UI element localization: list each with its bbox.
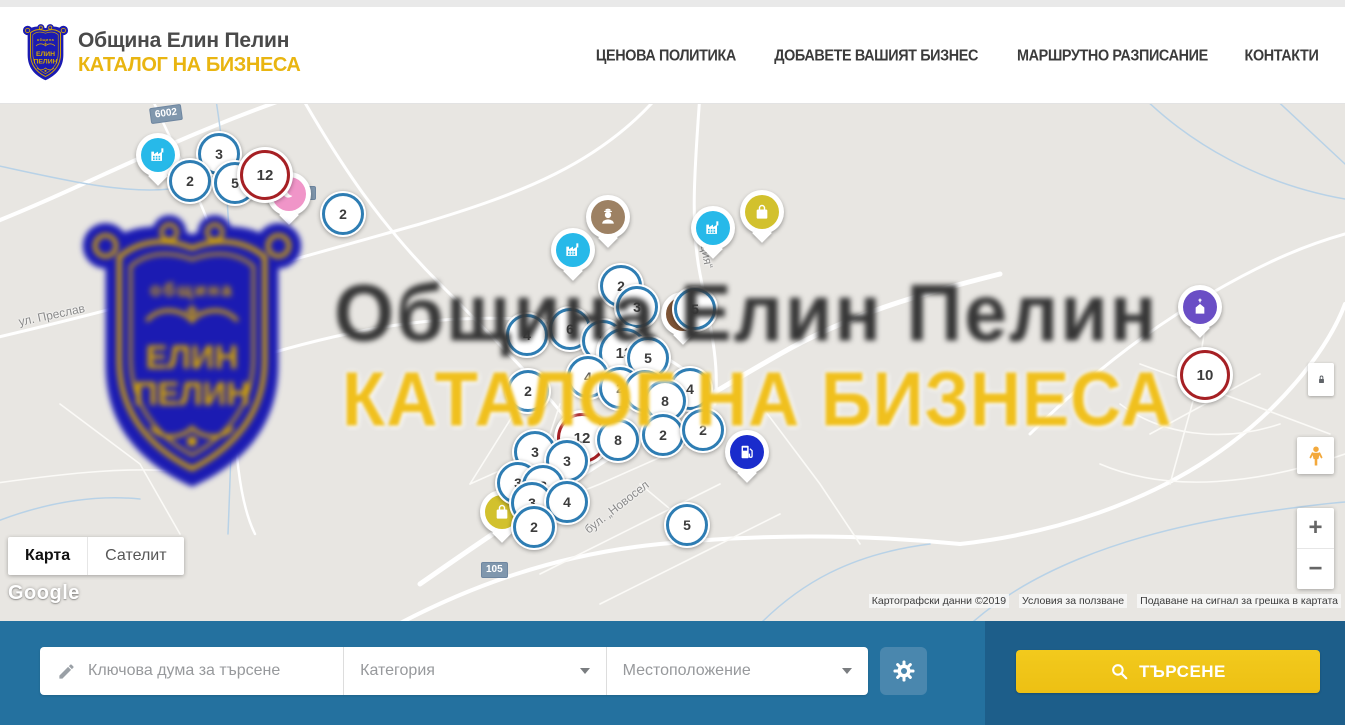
main-nav: ЦЕНОВА ПОЛИТИКА ДОБАВЕТЕ ВАШИЯТ БИЗНЕС МАР… xyxy=(593,7,1320,103)
street-view-pegman-button[interactable] xyxy=(1297,437,1334,474)
category-select-value: Категория xyxy=(360,662,435,680)
lock-icon[interactable] xyxy=(1308,363,1334,396)
nav-item-0[interactable]: ЦЕНОВА ПОЛИТИКА xyxy=(596,46,736,64)
location-select-value: Местоположение xyxy=(623,662,751,680)
gear-icon xyxy=(892,659,916,683)
cluster-marker[interactable]: 2 xyxy=(680,407,726,453)
map-type-control: Карта Сателит xyxy=(8,537,184,575)
advanced-settings-button[interactable] xyxy=(880,647,927,695)
category-pin-bag[interactable] xyxy=(740,190,784,246)
page: община ЕЛИН ПЕЛИН Община Елин Пелин КАТА… xyxy=(0,0,1345,725)
nav-item-3[interactable]: КОНТАКТИ xyxy=(1245,46,1319,64)
search-fields: Категория Местоположение xyxy=(40,647,868,695)
zoom-in-button[interactable]: + xyxy=(1297,508,1334,549)
keyword-field xyxy=(40,647,344,695)
google-logo[interactable]: Google xyxy=(8,582,80,605)
map-type-map-button[interactable]: Карта xyxy=(8,537,88,575)
nav-item-1[interactable]: ДОБАВЕТЕ ВАШИЯТ БИЗНЕС xyxy=(774,46,978,64)
chevron-down-icon xyxy=(842,668,852,674)
attribution-link[interactable]: Условия за ползване xyxy=(1019,594,1127,608)
category-select[interactable]: Категория xyxy=(344,647,606,695)
search-button-label: ТЪРСЕНЕ xyxy=(1139,662,1226,682)
nav-item-2[interactable]: МАРШРУТНО РАЗПИСАНИЕ xyxy=(1017,46,1208,64)
cluster-marker[interactable]: 2 xyxy=(511,504,557,550)
pencil-icon xyxy=(57,662,76,681)
municipality-crest-icon: община ЕЛИН ПЕЛИН xyxy=(22,23,69,83)
svg-text:община: община xyxy=(37,38,55,42)
category-pin-worker[interactable] xyxy=(586,195,630,251)
attribution-link[interactable]: Подаване на сигнал за грешка в картата xyxy=(1137,594,1341,608)
zoom-control: + − xyxy=(1297,508,1334,589)
map-canvas[interactable]: 6002105ул. Преславбул. „Новоселщия“ 3251… xyxy=(0,104,1345,621)
site-title: Община Елин Пелин xyxy=(78,29,300,53)
road-number-badge: 105 xyxy=(481,562,508,578)
location-select[interactable]: Местоположение xyxy=(607,647,868,695)
cluster-marker[interactable]: 8 xyxy=(595,417,641,463)
site-subtitle: КАТАЛОГ НА БИЗНЕСА xyxy=(78,54,300,77)
svg-text:ПЕЛИН: ПЕЛИН xyxy=(34,58,58,65)
header: община ЕЛИН ПЕЛИН Община Елин Пелин КАТА… xyxy=(0,7,1345,104)
cluster-marker[interactable]: 2 xyxy=(640,412,686,458)
category-pin-church[interactable] xyxy=(1178,285,1222,341)
category-pin-factory[interactable] xyxy=(691,206,735,262)
cluster-marker[interactable]: 2 xyxy=(320,191,366,237)
site-logo[interactable]: община ЕЛИН ПЕЛИН Община Елин Пелин КАТА… xyxy=(22,23,300,83)
search-icon xyxy=(1110,662,1129,681)
cluster-marker[interactable]: 4 xyxy=(504,312,550,358)
cluster-marker[interactable]: 2 xyxy=(505,368,551,414)
cluster-marker[interactable]: 3 xyxy=(614,284,660,330)
top-strip xyxy=(0,0,1345,7)
cluster-marker[interactable]: 10 xyxy=(1177,347,1233,403)
search-bar: Категория Местоположение xyxy=(0,621,1345,725)
cluster-marker[interactable]: 12 xyxy=(237,147,293,203)
category-pin-fuel[interactable] xyxy=(725,430,769,486)
keyword-input[interactable] xyxy=(76,662,343,680)
map-type-satellite-button[interactable]: Сателит xyxy=(88,537,183,575)
cluster-marker[interactable]: 5 xyxy=(664,502,710,548)
cluster-marker[interactable]: 5 xyxy=(672,286,718,332)
attribution-text: Картографски данни ©2019 xyxy=(869,594,1009,608)
svg-text:ЕЛИН: ЕЛИН xyxy=(36,51,55,58)
zoom-out-button[interactable]: − xyxy=(1297,549,1334,589)
chevron-down-icon xyxy=(580,668,590,674)
cluster-marker[interactable]: 2 xyxy=(167,158,213,204)
search-button[interactable]: ТЪРСЕНЕ xyxy=(1016,650,1320,693)
map-attribution: Картографски данни ©2019 Условия за ползв… xyxy=(869,594,1341,608)
